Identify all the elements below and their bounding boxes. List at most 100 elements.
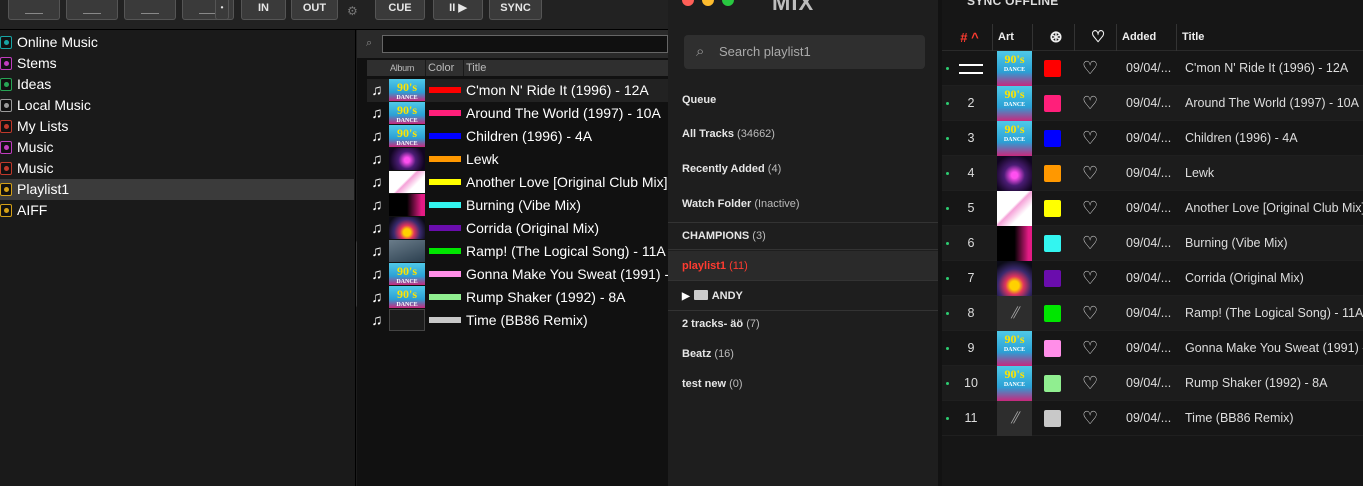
- table-row[interactable]: 4 ♡ 09/04/... Lewk: [942, 156, 1363, 191]
- browser-track-row[interactable]: ♫ 90's DANCE Gonna Make You Sweat (1991) - …: [367, 263, 668, 286]
- table-row[interactable]: 7 ♡ 09/04/... Corrida (Original Mix): [942, 261, 1363, 296]
- color-swatch[interactable]: [1044, 60, 1061, 77]
- sidebar-item[interactable]: My Lists: [0, 116, 354, 137]
- heart-icon[interactable]: ♡: [1082, 366, 1098, 401]
- column-title[interactable]: Title: [1177, 24, 1363, 51]
- table-row[interactable]: 8 ⫽ ♡ 09/04/... Ramp! (The Logical Song) - 1…: [942, 296, 1363, 331]
- heart-icon[interactable]: ♡: [1082, 86, 1098, 121]
- gear-icon[interactable]: ⚙: [347, 4, 358, 18]
- music-note-icon: ♫: [371, 128, 383, 145]
- playlist-item[interactable]: All Tracks (34662): [668, 119, 938, 149]
- playlist-item[interactable]: ▶ ANDY: [668, 281, 938, 311]
- heart-icon[interactable]: ♡: [1082, 401, 1098, 436]
- toolbar-pad-button[interactable]: [8, 0, 60, 20]
- table-row[interactable]: 9 90's DANCE ♡ 09/04/... Gonna Make You Sweat…: [942, 331, 1363, 366]
- playlist-item[interactable]: Watch Folder (Inactive): [668, 189, 938, 219]
- cue-button[interactable]: CUE: [375, 0, 425, 20]
- playlist-item[interactable]: Beatz (16): [668, 339, 938, 369]
- sidebar-item[interactable]: Music: [0, 137, 354, 158]
- heart-icon[interactable]: ♡: [1082, 191, 1098, 226]
- browser-track-row[interactable]: ♫ Corrida (Original Mix): [367, 217, 668, 240]
- heart-column-icon[interactable]: ♡: [1075, 24, 1117, 51]
- sidebar-item[interactable]: Stems: [0, 53, 354, 74]
- disclosure-triangle-icon[interactable]: ▶: [682, 291, 690, 302]
- date-added: 09/04/...: [1126, 306, 1172, 320]
- column-added[interactable]: Added: [1117, 24, 1177, 51]
- track-number: 6: [967, 236, 975, 250]
- table-row[interactable]: 3 90's DANCE ♡ 09/04/... Children (1996) - 4A: [942, 121, 1363, 156]
- heart-icon[interactable]: ♡: [1082, 156, 1098, 191]
- browser-track-row[interactable]: ♫ Lewk: [367, 148, 668, 171]
- column-album-art[interactable]: Album Art: [388, 60, 426, 89]
- heart-icon[interactable]: ♡: [1082, 121, 1098, 156]
- playlist-item[interactable]: playlist1 (11): [668, 251, 938, 281]
- in-button[interactable]: IN: [241, 0, 286, 20]
- color-swatch[interactable]: [1044, 305, 1061, 322]
- toolbar-dot-button[interactable]: •: [215, 0, 229, 20]
- browser-track-row[interactable]: ♫ 90's DANCE Children (1996) - 4A: [367, 125, 668, 148]
- browser-track-row[interactable]: ♫ Another Love [Original Club Mix]: [367, 171, 668, 194]
- column-art[interactable]: Art: [993, 24, 1033, 51]
- table-row[interactable]: 5 ♡ 09/04/... Another Love [Original Club M…: [942, 191, 1363, 226]
- minimize-window-button[interactable]: [702, 0, 714, 6]
- sidebar-item[interactable]: AIFF: [0, 200, 354, 221]
- playlist-search-input[interactable]: ⌕ Search playlist1: [684, 35, 925, 69]
- column-number[interactable]: # ^: [942, 24, 993, 51]
- browser-track-row[interactable]: ♫ 90's DANCE Rump Shaker (1992) - 8A: [367, 286, 668, 309]
- color-swatch[interactable]: [1044, 165, 1061, 182]
- playlist-item[interactable]: CHAMPIONS (3): [668, 221, 938, 251]
- color-swatch[interactable]: [1044, 270, 1061, 287]
- artwork-thumb: [997, 261, 1032, 296]
- browser-track-row[interactable]: ♫ Ramp! (The Logical Song) - 11A: [367, 240, 668, 263]
- heart-icon[interactable]: ♡: [1082, 296, 1098, 331]
- divider: [668, 310, 938, 311]
- heart-icon[interactable]: ♡: [1082, 226, 1098, 261]
- sidebar-item[interactable]: Ideas: [0, 74, 354, 95]
- browser-track-row[interactable]: ♫ 90's DANCE C'mon N' Ride It (1996) - 12A: [367, 79, 668, 102]
- zoom-window-button[interactable]: [722, 0, 734, 6]
- column-color[interactable]: Color: [426, 60, 464, 76]
- sidebar-item[interactable]: Music: [0, 158, 354, 179]
- artwork-thumb: 90's DANCE: [997, 86, 1032, 121]
- drag-handle-icon[interactable]: [959, 64, 983, 74]
- track-title: C'mon N' Ride It (1996) - 12A: [466, 82, 649, 98]
- track-title: Children (1996) - 4A: [466, 128, 593, 144]
- artwork-thumb: [997, 156, 1032, 191]
- heart-icon[interactable]: ♡: [1082, 331, 1098, 366]
- playlist-item[interactable]: 2 tracks- äö (7): [668, 309, 938, 339]
- color-swatch[interactable]: [1044, 410, 1061, 427]
- color-swatch[interactable]: [1044, 130, 1061, 147]
- table-row[interactable]: 2 90's DANCE ♡ 09/04/... Around The World (19…: [942, 86, 1363, 121]
- playlist-item[interactable]: test new (0): [668, 369, 938, 399]
- color-swatch[interactable]: [1044, 95, 1061, 112]
- browser-track-row[interactable]: ♫ Time (BB86 Remix): [367, 309, 668, 332]
- color-swatch[interactable]: [1044, 375, 1061, 392]
- sidebar-item[interactable]: Online Music: [0, 32, 354, 53]
- playlist-item[interactable]: Queue: [668, 85, 938, 115]
- play-pause-button[interactable]: II ▶: [433, 0, 483, 20]
- sidebar-item[interactable]: Playlist1: [0, 179, 354, 200]
- table-row[interactable]: 6 ♡ 09/04/... Burning (Vibe Mix): [942, 226, 1363, 261]
- color-swatch[interactable]: [1044, 235, 1061, 252]
- table-row[interactable]: 11 ⫽ ♡ 09/04/... Time (BB86 Remix): [942, 401, 1363, 436]
- browser-search-input[interactable]: [382, 35, 668, 53]
- color-swatch[interactable]: [1044, 340, 1061, 357]
- sidebar-item[interactable]: Local Music: [0, 95, 354, 116]
- sync-button[interactable]: SYNC: [489, 0, 542, 20]
- toolbar-pad-button[interactable]: [66, 0, 118, 20]
- out-button[interactable]: OUT: [291, 0, 338, 20]
- heart-icon[interactable]: ♡: [1082, 261, 1098, 296]
- date-added: 09/04/...: [1126, 131, 1172, 145]
- color-swatch[interactable]: [1044, 200, 1061, 217]
- column-title[interactable]: Title: [464, 60, 668, 76]
- heart-icon[interactable]: ♡: [1082, 51, 1098, 86]
- playlist-item[interactable]: Recently Added (4): [668, 154, 938, 184]
- table-row[interactable]: 10 90's DANCE ♡ 09/04/... Rump Shaker (1992) …: [942, 366, 1363, 401]
- table-row[interactable]: 90's DANCE ♡ 09/04/... C'mon N' Ride It (199…: [942, 51, 1363, 86]
- close-window-button[interactable]: [682, 0, 694, 6]
- toolbar-pad-button[interactable]: [124, 0, 176, 20]
- browser-track-row[interactable]: ♫ 90's DANCE Around The World (1997) - 10A: [367, 102, 668, 125]
- color-wheel-icon[interactable]: ⊛: [1033, 24, 1075, 51]
- browser-track-row[interactable]: ♫ Burning (Vibe Mix): [367, 194, 668, 217]
- track-title: Another Love [Original Club Mix]: [1185, 201, 1363, 215]
